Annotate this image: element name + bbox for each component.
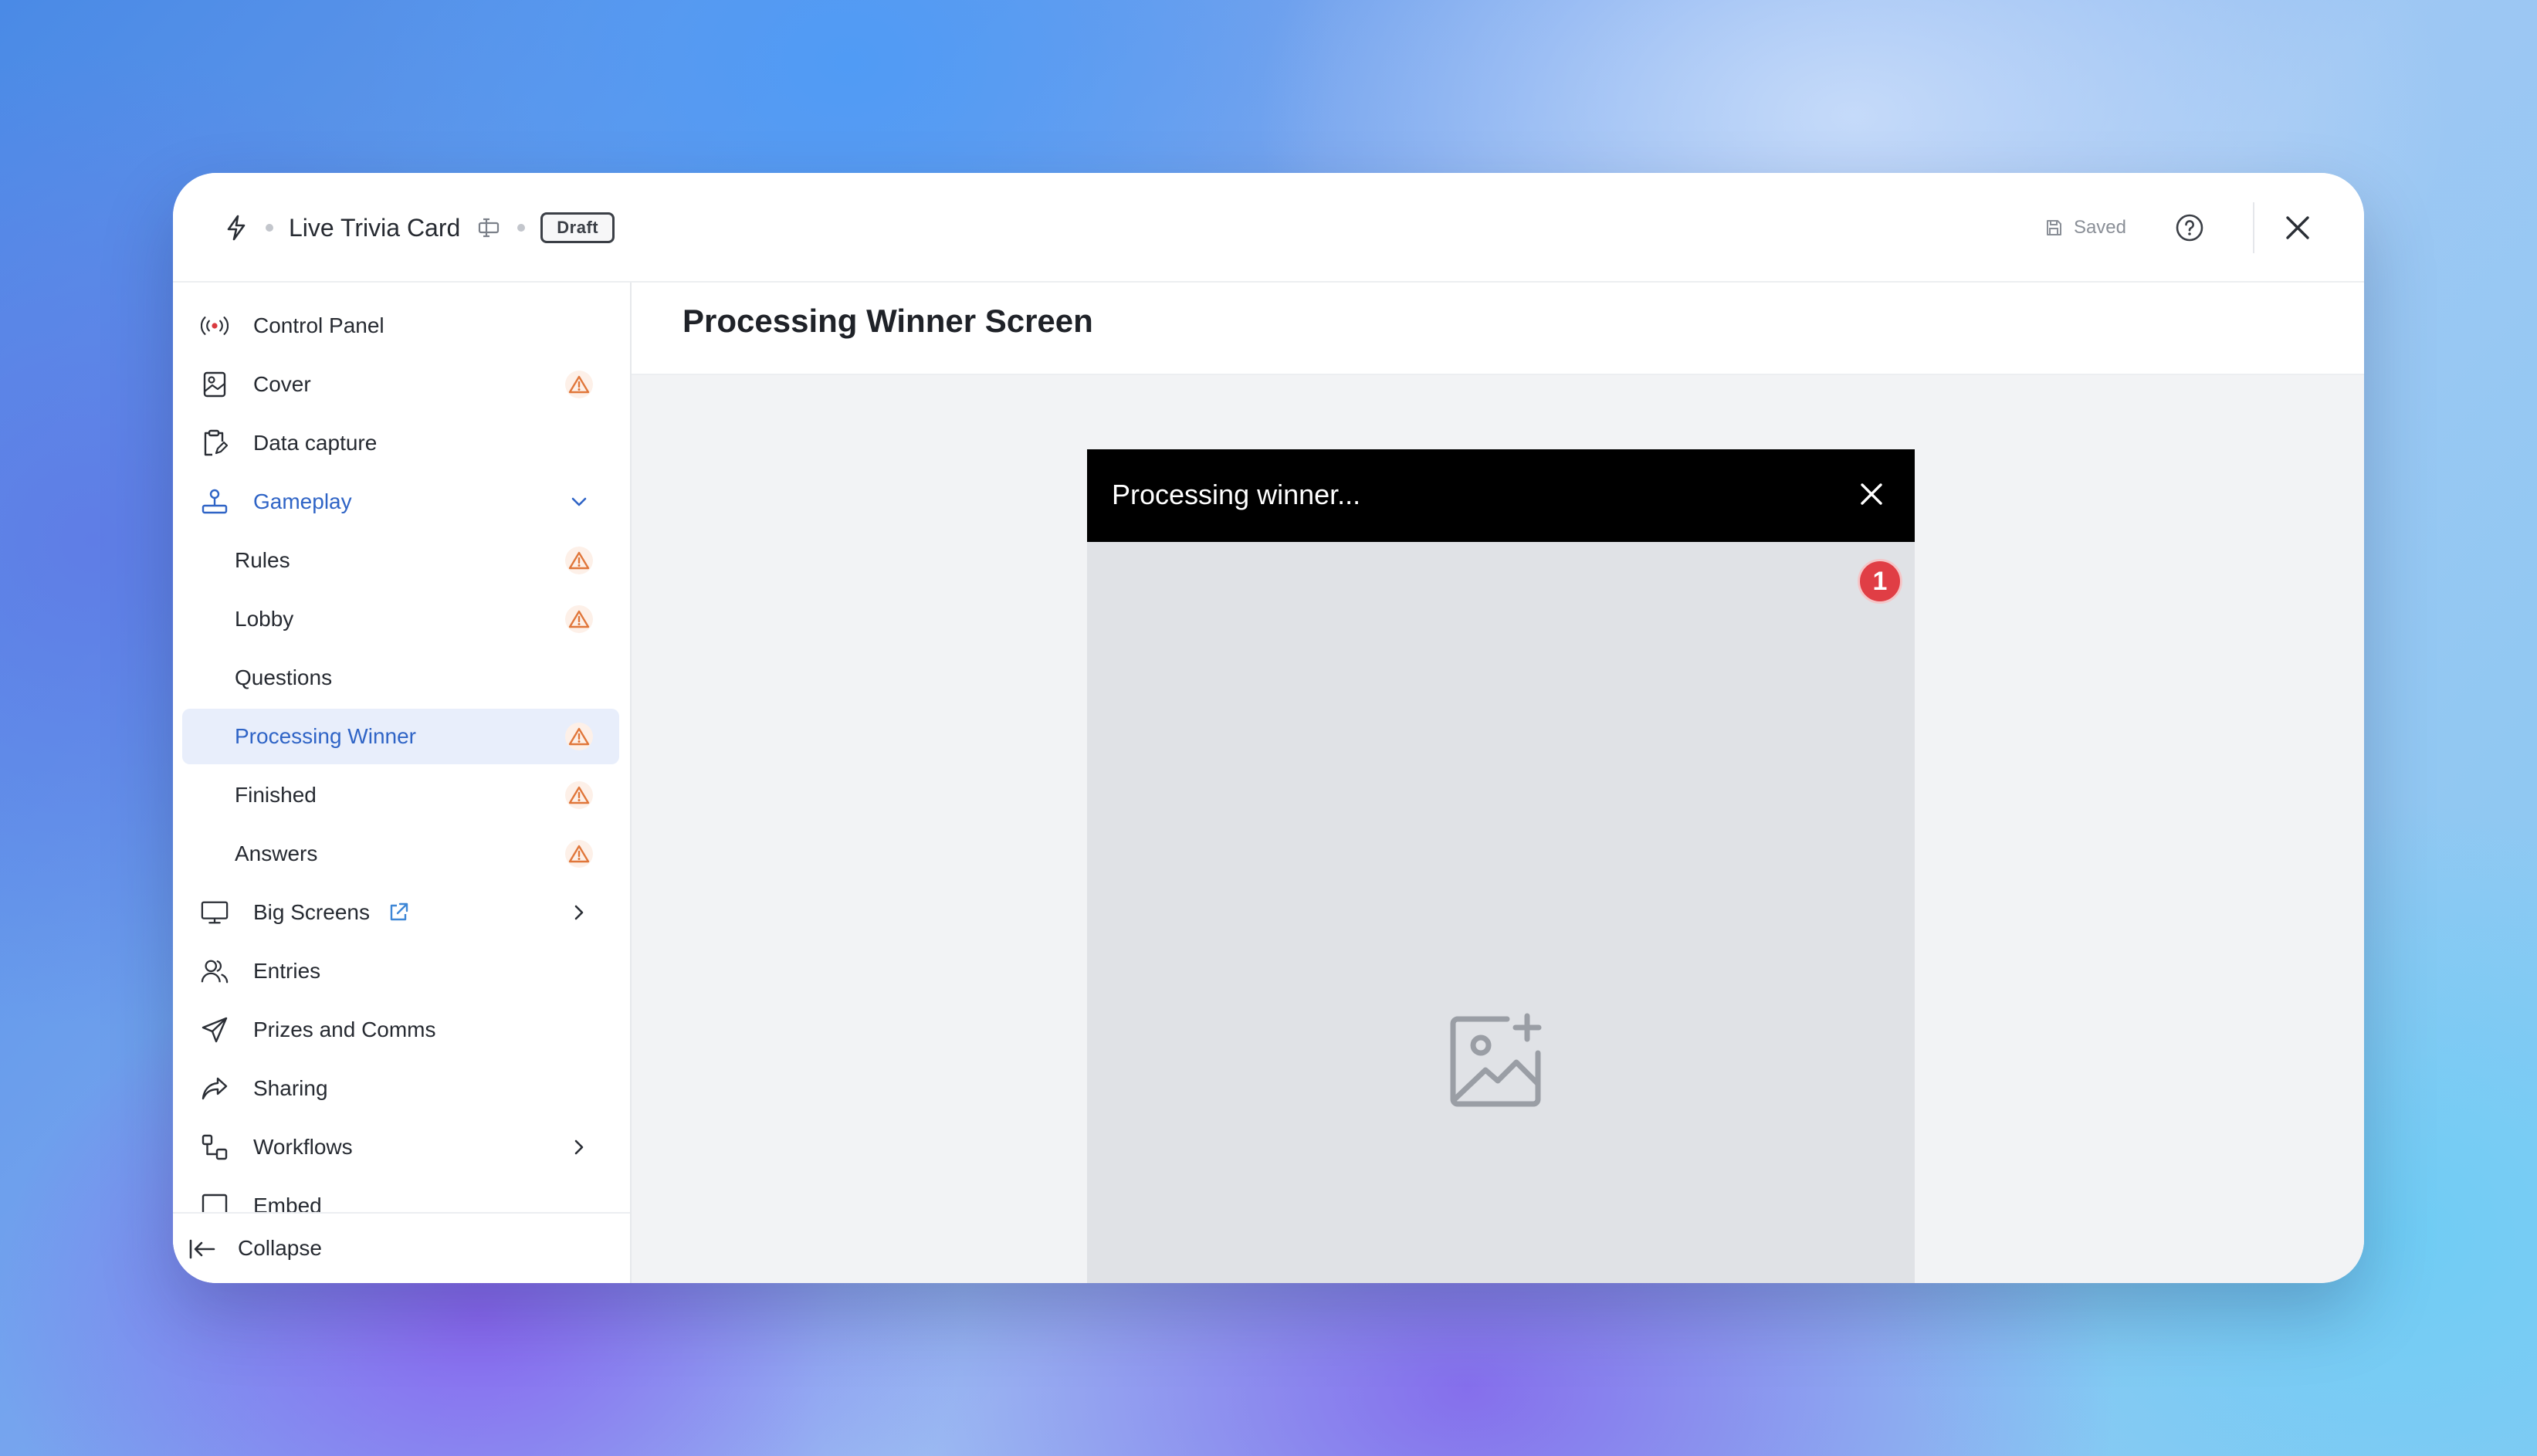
sidebar-item-workflows[interactable]: Workflows [182,1119,619,1175]
screen-preview[interactable]: Processing winner... 1 [1087,449,1915,1283]
preview-header: Processing winner... [1087,449,1915,542]
separator-dot [517,224,526,232]
sidebar-item-embed[interactable]: Embed [182,1178,619,1214]
embed-icon [201,1192,229,1214]
title-group: Live Trivia Card Draft [222,204,615,252]
warning-icon [565,840,593,868]
warning-icon [565,723,593,750]
sidebar-item-sharing[interactable]: Sharing [182,1061,619,1116]
sidebar-item-label: Finished [235,783,317,807]
sidebar-item-label: Cover [253,372,311,396]
image-add-icon[interactable] [1448,1011,1547,1109]
main-panel: Processing Winner Screen Processing winn… [632,283,2364,1283]
editor-window: Live Trivia Card Draft Saved Control Pan… [173,173,2364,1283]
top-bar: Live Trivia Card Draft Saved [173,173,2364,283]
sidebar-item-answers[interactable]: Answers [182,826,619,882]
save-icon [2046,220,2061,235]
page-title: Processing Winner Screen [683,303,1093,339]
sidebar-item-label: Big Screens [253,900,370,924]
main-header: Processing Winner Screen [632,283,2364,375]
app-title: Live Trivia Card [289,213,461,242]
separator-dot [266,224,273,232]
clipboard-edit-icon [201,429,229,457]
joystick-icon [201,488,229,516]
collapse-label: Collapse [238,1236,322,1260]
users-icon [201,957,229,985]
preview-title: Processing winner... [1112,479,1361,510]
sidebar-item-label: Data capture [253,431,378,455]
sidebar-item-big-screens[interactable]: Big Screens [182,885,619,940]
saved-label: Saved [2073,217,2126,238]
sidebar-item-label: Control Panel [253,313,384,337]
sidebar-item-data-capture[interactable]: Data capture [182,415,619,471]
sidebar-item-label: Gameplay [253,489,352,513]
broadcast-icon [201,312,229,340]
sidebar-item-label: Rules [235,548,290,572]
toolbar-divider [2253,202,2254,253]
monitor-icon [201,899,229,926]
share-icon [201,1075,229,1102]
issue-count-badge[interactable]: 1 [1858,559,1902,604]
chevron-right-icon[interactable] [568,1136,590,1158]
sidebar-item-label: Processing Winner [235,724,416,748]
sidebar-item-finished[interactable]: Finished [182,767,619,823]
collapse-button[interactable]: Collapse [173,1212,630,1283]
sidebar-item-questions[interactable]: Questions [182,650,619,706]
sidebar-item-label: Entries [253,959,321,983]
sidebar-item-label: Workflows [253,1135,353,1159]
sidebar-item-label: Sharing [253,1076,328,1100]
warning-icon [565,371,593,398]
sidebar-item-label: Answers [235,841,318,865]
sidebar-item-lobby[interactable]: Lobby [182,591,619,647]
sidebar-item-rules[interactable]: Rules [182,533,619,588]
sidebar-item-entries[interactable]: Entries [182,943,619,999]
sidebar-item-label-group: Big Screens [253,900,410,925]
help-icon[interactable] [2174,212,2205,243]
warning-icon [565,781,593,809]
sidebar-item-label: Questions [235,665,333,689]
warning-icon [565,605,593,633]
status-badge: Draft [540,212,615,243]
bolt-icon [222,214,250,242]
sidebar-item-label: Embed [253,1194,322,1214]
chevron-down-icon[interactable] [568,491,590,513]
sidebar-nav: Control Panel Cover Data capture Gamepla… [173,283,630,1214]
workflow-icon [201,1133,229,1161]
save-status: Saved [2044,217,2126,239]
sidebar-item-label: Prizes and Comms [253,1018,436,1041]
sidebar-item-label: Lobby [235,607,294,631]
top-actions: Saved [2044,202,2315,253]
external-link-icon[interactable] [387,901,410,924]
sidebar-item-gameplay[interactable]: Gameplay [182,474,619,530]
warning-icon [565,547,593,574]
send-icon [201,1016,229,1044]
image-portrait-icon [201,371,229,398]
sidebar: Control Panel Cover Data capture Gamepla… [173,283,632,1283]
close-icon[interactable] [1856,479,1887,510]
sidebar-item-prizes-and-comms[interactable]: Prizes and Comms [182,1002,619,1058]
collapse-icon [188,1237,216,1261]
rename-icon[interactable] [477,215,502,240]
chevron-right-icon[interactable] [568,902,590,923]
sidebar-item-processing-winner[interactable]: Processing Winner [182,709,619,764]
sidebar-item-cover[interactable]: Cover [182,357,619,412]
close-icon[interactable] [2281,211,2315,245]
sidebar-item-control-panel[interactable]: Control Panel [182,298,619,354]
